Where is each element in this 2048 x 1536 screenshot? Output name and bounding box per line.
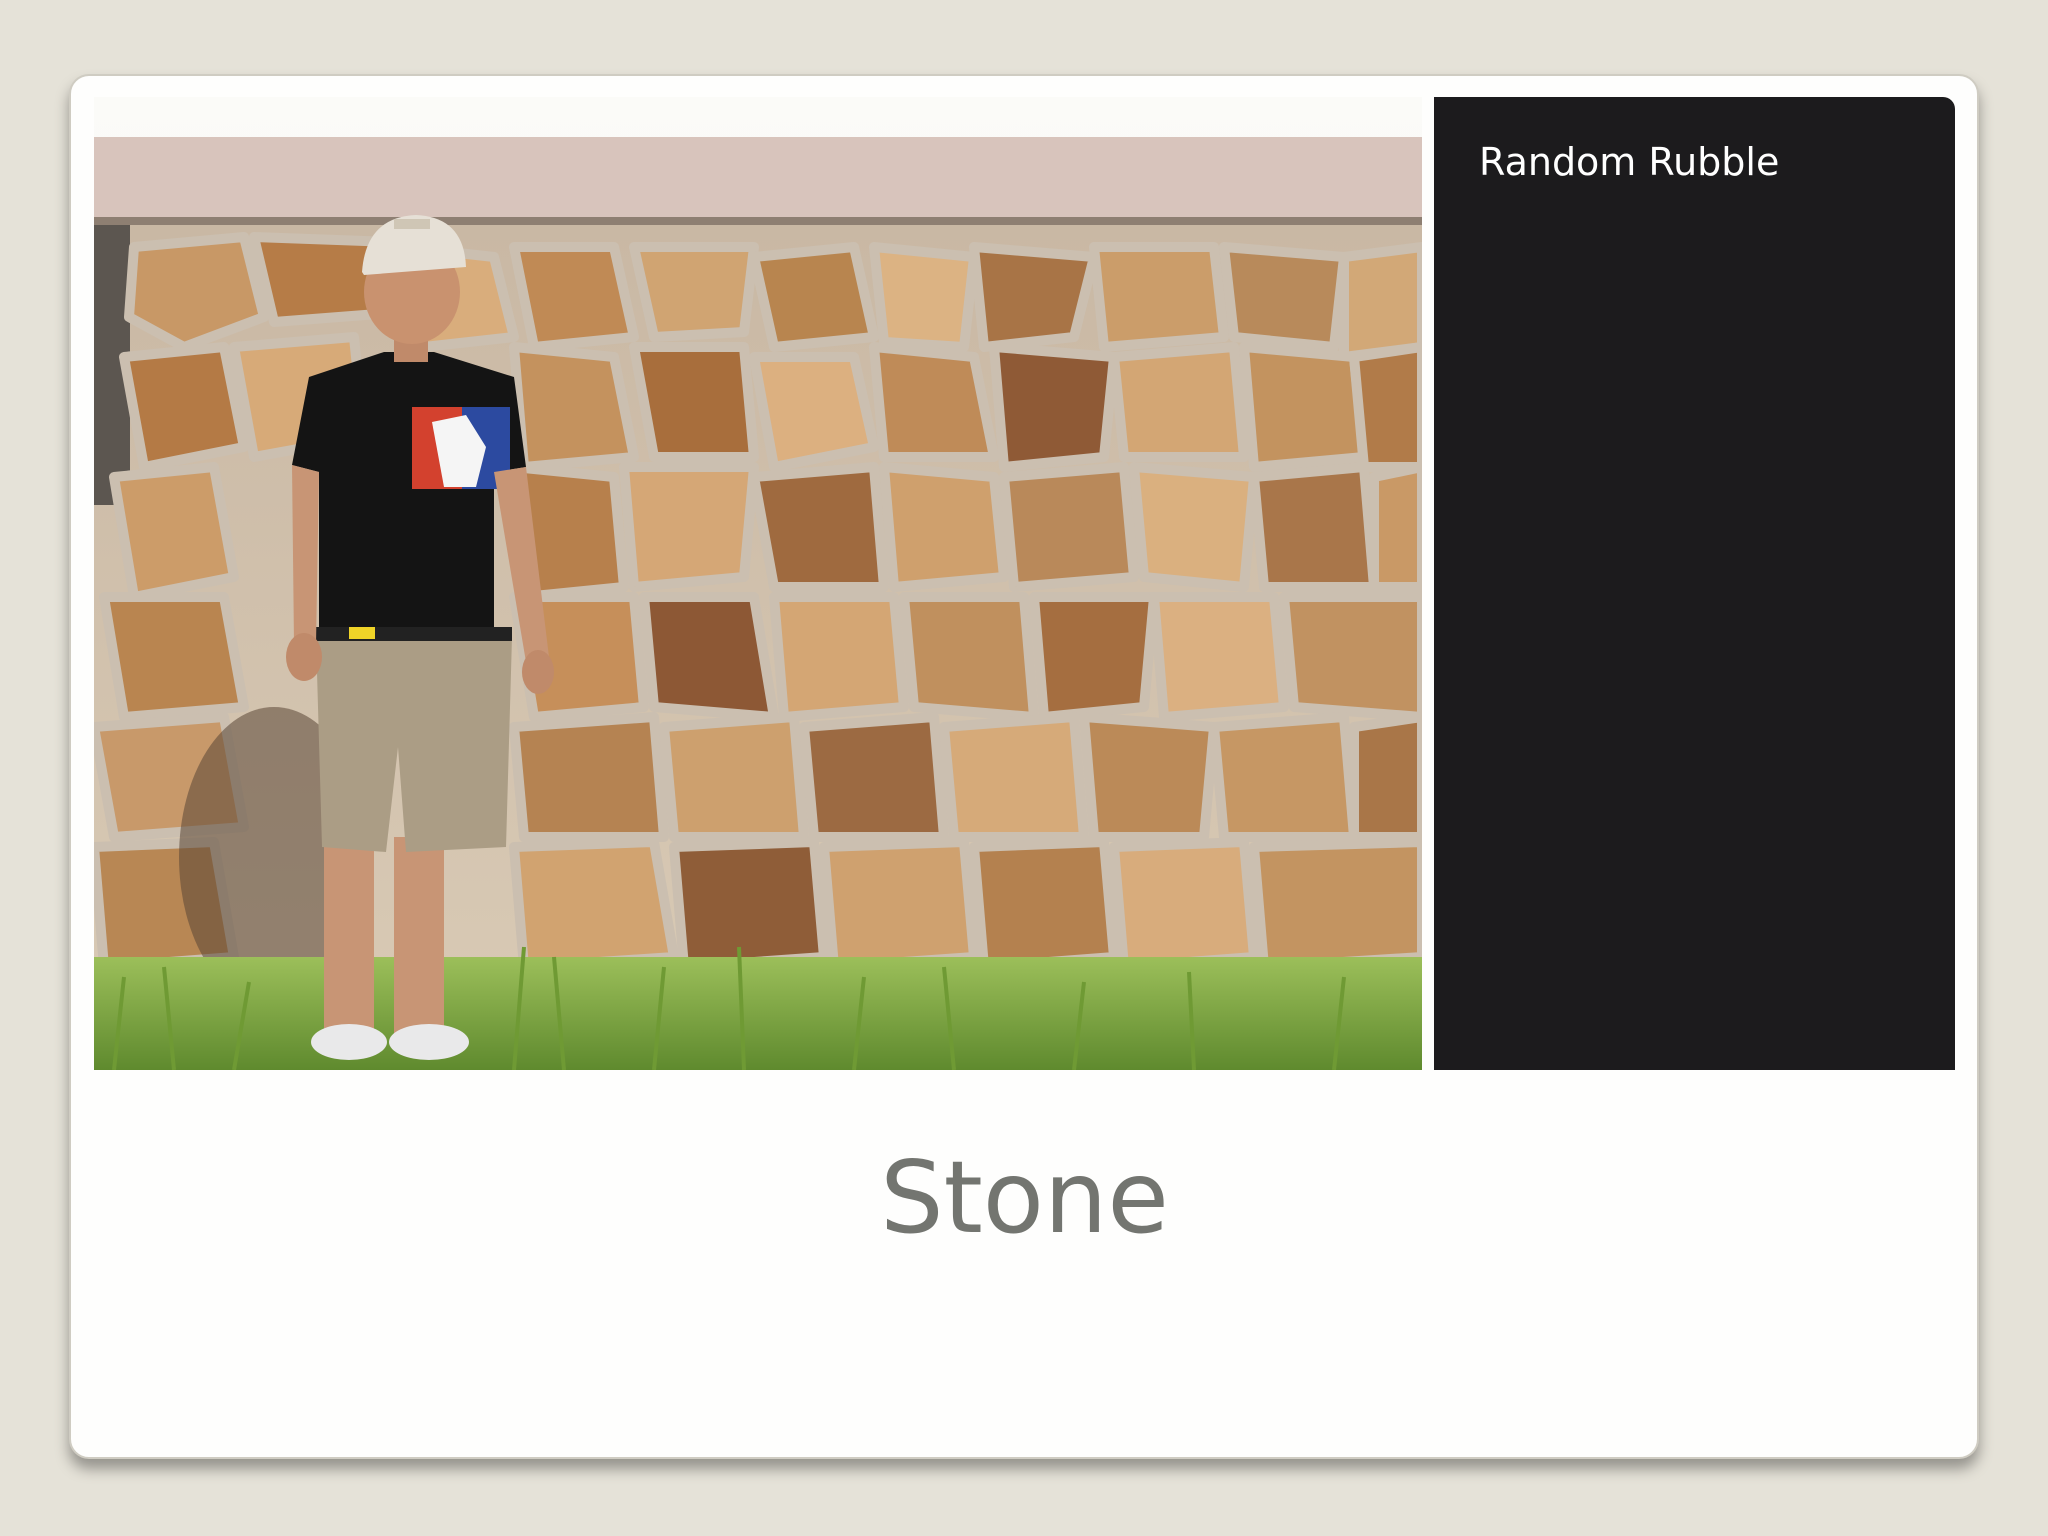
slide-title: Stone — [880, 1139, 1169, 1256]
caption-panel: Random Rubble — [1434, 97, 1955, 1070]
stone-wall-photo — [94, 97, 1422, 1070]
caption-text: Random Rubble — [1479, 140, 1780, 184]
